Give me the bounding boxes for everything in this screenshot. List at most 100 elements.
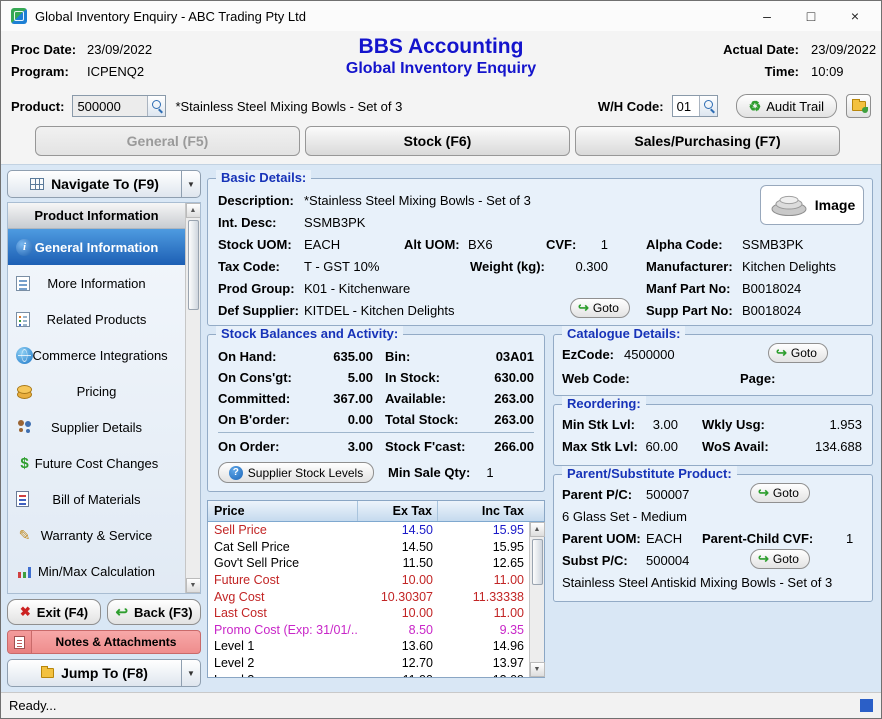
- stock-uom-label: Stock UOM:: [218, 237, 292, 253]
- price-table-row[interactable]: Avg Cost10.3030711.33338: [208, 588, 529, 605]
- supplier-stock-levels-button[interactable]: ? Supplier Stock Levels: [218, 462, 374, 483]
- parent-child-cvf-label: Parent-Child CVF:: [702, 531, 813, 547]
- price-table-row[interactable]: Level 311.9013.09: [208, 671, 529, 677]
- goto-catalogue-button[interactable]: ↪ Goto: [768, 343, 828, 363]
- jump-to-main[interactable]: Jump To (F8): [7, 659, 181, 687]
- wh-code-input[interactable]: [673, 96, 699, 116]
- body: Navigate To (F9) ▼ Product Information G…: [1, 164, 881, 692]
- scroll-up-icon[interactable]: ▲: [186, 203, 201, 218]
- sidebar-item-ecommerce-integrations[interactable]: eCommerce Integrations: [8, 337, 185, 373]
- parent-pc-label: Parent P/C:: [562, 487, 632, 503]
- scrollbar-thumb[interactable]: [188, 220, 199, 310]
- people-icon: [16, 419, 33, 436]
- sidebar-item-future-cost-changes[interactable]: Future Cost Changes: [8, 445, 185, 481]
- exit-label: Exit (F4): [37, 605, 88, 620]
- goto-substitute-button[interactable]: ↪ Goto: [750, 549, 810, 569]
- description-value: *Stainless Steel Mixing Bowls - Set of 3: [304, 193, 531, 209]
- price-table-row[interactable]: Last Cost10.0011.00: [208, 605, 529, 622]
- image-button[interactable]: Image: [760, 185, 864, 225]
- price-table-row[interactable]: Level 113.6014.96: [208, 638, 529, 655]
- status-indicator: [860, 699, 873, 712]
- audit-trail-button[interactable]: ♻ Audit Trail: [736, 94, 837, 118]
- question-icon: ?: [229, 466, 243, 480]
- tab-general[interactable]: General (F5): [35, 126, 300, 156]
- notes-attachments-button[interactable]: Notes & Attachments: [7, 630, 201, 654]
- price-inc-tax-value: 11.00: [438, 606, 529, 620]
- jump-to-button[interactable]: Jump To (F8) ▼: [7, 659, 201, 687]
- sidebar-item-label: Pricing: [77, 384, 117, 399]
- sidebar-button-row: ✖ Exit (F4) ↩ Back (F3): [7, 599, 201, 625]
- tab-stock[interactable]: Stock (F6): [305, 126, 570, 156]
- window-title: Global Inventory Enquiry - ABC Trading P…: [35, 9, 306, 24]
- back-arrow-icon: ↩: [115, 603, 128, 621]
- price-table-row[interactable]: Gov't Sell Price11.5012.65: [208, 555, 529, 572]
- back-button[interactable]: ↩ Back (F3): [107, 599, 201, 625]
- stock-row: On Hand: 635.00 Bin: 03A01: [218, 346, 534, 367]
- price-inc-tax-value: 13.97: [438, 656, 529, 670]
- nav-item-list: General InformationMore Information Relat…: [8, 229, 185, 589]
- def-supplier-label: Def Supplier:: [218, 303, 299, 319]
- scroll-down-icon[interactable]: ▼: [186, 578, 201, 593]
- sidebar-item-related-products[interactable]: Related Products: [8, 301, 185, 337]
- goto-label: Goto: [593, 301, 619, 315]
- stock-balances-groupbox: Stock Balances and Activity: On Hand: 63…: [207, 334, 545, 492]
- goto-supplier-button[interactable]: ↪ Goto: [570, 298, 630, 318]
- inc-tax-column-header[interactable]: Inc Tax: [438, 501, 544, 521]
- sidebar-item-bill-of-materials[interactable]: Bill of Materials: [8, 481, 185, 517]
- product-label: Product:: [11, 99, 64, 114]
- parent-substitute-title: Parent/Substitute Product:: [562, 466, 737, 482]
- navigate-dropdown[interactable]: ▼: [181, 170, 201, 198]
- goto-parent-button[interactable]: ↪ Goto: [750, 483, 810, 503]
- ezcode-label: EzCode:: [562, 347, 614, 363]
- price-table-scrollbar[interactable]: ▲ ▼: [529, 522, 544, 677]
- min-sale-qty-label: Min Sale Qty:: [388, 465, 470, 480]
- alt-uom-value: BX6: [468, 237, 493, 253]
- sidebar-item-more-information[interactable]: More Information: [8, 265, 185, 301]
- price-table-row[interactable]: Future Cost10.0011.00: [208, 572, 529, 589]
- minimize-button[interactable]: –: [745, 2, 789, 30]
- goto-arrow-icon: ↪: [758, 551, 769, 567]
- tab-sales-purchasing[interactable]: Sales/Purchasing (F7): [575, 126, 840, 156]
- back-label: Back (F3): [134, 605, 193, 620]
- stock-label: Committed:: [218, 391, 298, 406]
- product-input[interactable]: [73, 96, 147, 116]
- scrollbar-thumb[interactable]: [532, 539, 543, 585]
- scroll-up-icon[interactable]: ▲: [530, 522, 545, 537]
- globe-icon: [16, 347, 33, 364]
- price-row-label: Level 3: [208, 673, 358, 677]
- min-sale-qty-value: 1: [486, 465, 493, 480]
- stock-label: On Hand:: [218, 349, 298, 364]
- search-icon[interactable]: [699, 96, 717, 116]
- sidebar-item-warranty-service[interactable]: Warranty & Service: [8, 517, 185, 553]
- int-desc-label: Int. Desc:: [218, 215, 277, 231]
- navigate-to-main[interactable]: Navigate To (F9): [7, 170, 181, 198]
- price-table-row[interactable]: Sell Price14.5015.95: [208, 522, 529, 539]
- scroll-down-icon[interactable]: ▼: [530, 662, 545, 677]
- search-icon[interactable]: [147, 96, 165, 116]
- sidebar-item-supplier-details[interactable]: Supplier Details: [8, 409, 185, 445]
- reordering-groupbox: Reordering: Min Stk Lvl: 3.00 Wkly Usg: …: [553, 404, 873, 466]
- maximize-button[interactable]: □: [789, 2, 833, 30]
- sidebar-item-general-information[interactable]: General Information: [8, 229, 185, 265]
- sidebar-item-pricing[interactable]: Pricing: [8, 373, 185, 409]
- price-column-header[interactable]: Price: [208, 501, 358, 521]
- exit-button[interactable]: ✖ Exit (F4): [7, 599, 101, 625]
- ex-tax-column-header[interactable]: Ex Tax: [358, 501, 438, 521]
- sidebar-item-label: Supplier Details: [51, 420, 142, 435]
- price-table-row[interactable]: Cat Sell Price14.5015.95: [208, 539, 529, 556]
- sidebar-item-label: Related Products: [47, 312, 147, 327]
- jump-dropdown[interactable]: ▼: [181, 659, 201, 687]
- close-button[interactable]: ×: [833, 2, 877, 30]
- price-table-row[interactable]: Promo Cost (Exp: 31/01/...8.509.35: [208, 622, 529, 639]
- x-icon: ✖: [20, 604, 31, 620]
- manf-part-no-value: B0018024: [742, 281, 801, 297]
- cvf-value: 1: [560, 237, 608, 253]
- price-table-row[interactable]: Level 212.7013.97: [208, 655, 529, 672]
- sidebar-item-min-max-calculation[interactable]: Min/Max Calculation: [8, 553, 185, 589]
- basic-details-groupbox: Basic Details: Description: *Stainless S…: [207, 178, 873, 326]
- price-row-label: Level 2: [208, 656, 358, 670]
- nav-scrollbar[interactable]: ▲ ▼: [185, 203, 200, 593]
- navigate-to-button[interactable]: Navigate To (F9) ▼: [7, 170, 201, 198]
- folder-button[interactable]: [846, 94, 871, 118]
- time-value: 10:09: [799, 64, 871, 79]
